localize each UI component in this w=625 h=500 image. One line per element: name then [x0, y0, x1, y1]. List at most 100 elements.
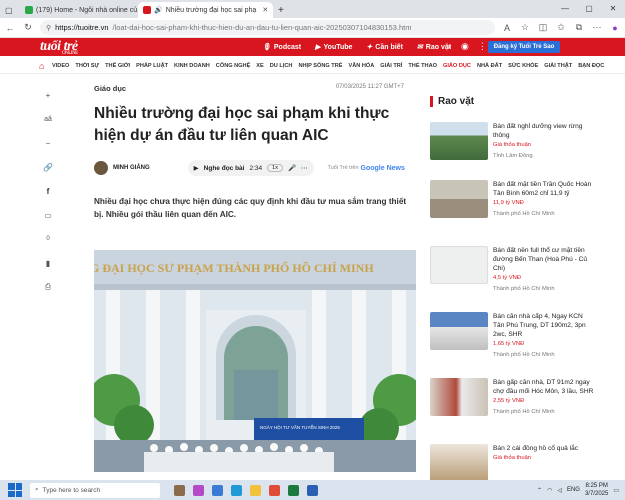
tray-chevron-icon[interactable]: ⌃	[537, 487, 542, 494]
menu-item[interactable]: PHÁP LUẬT	[136, 63, 168, 69]
classified-location: Thành phố Hồ Chí Minh	[493, 211, 555, 217]
tab-home[interactable]: (179) Home - Ngôi nhà online củ ✕	[20, 2, 138, 18]
user-icon[interactable]: ◉	[461, 41, 469, 52]
menu-item[interactable]: THẾ GIỚI	[105, 63, 130, 69]
audio-icon[interactable]: 🔊	[154, 6, 163, 14]
youtube-icon: ▶	[315, 44, 321, 51]
menu-item[interactable]: SỨC KHỎE	[508, 63, 538, 69]
taskbar-search[interactable]: ⌕ Type here to search	[30, 482, 160, 498]
back-icon[interactable]: ←	[4, 23, 16, 33]
collections-icon[interactable]: ⧉	[573, 22, 585, 33]
menu-item[interactable]: GIẢI TRÍ	[380, 63, 402, 69]
author-avatar[interactable]	[94, 161, 108, 175]
menu-item[interactable]: CÔNG NGHỆ	[216, 63, 251, 69]
favorite-icon[interactable]: ☆	[519, 22, 531, 33]
copilot-app-icon[interactable]	[193, 484, 204, 496]
classified-price: Giá thỏa thuận	[493, 142, 532, 148]
windows-start-icon[interactable]	[8, 483, 22, 497]
reload-icon[interactable]: ↻	[22, 22, 34, 33]
menu-item[interactable]: KINH DOANH	[174, 63, 210, 69]
tab-favicon-icon	[143, 6, 151, 14]
url-field[interactable]: ⚲ https://tuoitre.vn/loat-dai-hoc-sai-ph…	[40, 20, 495, 35]
classified-item[interactable]: Bán căn nhà cấp 4, Ngay KCN Tân Phú Trun…	[430, 312, 595, 362]
article-photo[interactable]: G ĐẠI HỌC SƯ PHẠM THÀNH PHỐ HỒ CHÍ MINH …	[94, 250, 416, 472]
speed-select[interactable]: 1x	[267, 164, 283, 172]
search-icon[interactable]: ⌕	[447, 41, 452, 52]
classified-title: Bán 2 cái đồng hồ cổ quả lắc	[493, 445, 579, 452]
podcast-link[interactable]: 🎙 Podcast	[262, 43, 301, 52]
favorites-icon[interactable]: ✩	[555, 22, 567, 33]
site-info-icon[interactable]: ⚲	[46, 24, 51, 32]
menu-item[interactable]: GIÁO DỤC	[443, 63, 471, 69]
minimize-icon[interactable]: —	[553, 0, 577, 16]
tab-article[interactable]: 🔊 Nhiều trường đại học sai phạ ✕	[138, 2, 273, 18]
classified-item[interactable]: Bán gấp căn nhà, DT 91m2 ngay chợ đầu mố…	[430, 378, 595, 428]
menu-item[interactable]: GIẢI THẬT	[544, 63, 572, 69]
menu-item[interactable]: NHỊP SỐNG TRẺ	[298, 63, 342, 69]
copy-link-icon[interactable]: 🔗	[41, 160, 55, 174]
menu-item[interactable]: THỜI SỰ	[75, 63, 99, 69]
classified-item[interactable]: Bán đất nền full thổ cư mặt tiền đường B…	[430, 246, 595, 296]
language-indicator[interactable]: ENG	[567, 487, 580, 493]
bookmark-icon[interactable]: ▮	[41, 256, 55, 270]
network-icon[interactable]: ◠	[547, 487, 552, 494]
menu-item[interactable]: NHÀ ĐẤT	[477, 63, 502, 69]
rao-vat-link[interactable]: ✉ Rao vặt	[417, 43, 451, 52]
zoom-in-icon[interactable]: +	[41, 88, 55, 102]
edge-icon[interactable]	[231, 484, 242, 496]
can-biet-link[interactable]: ✦ Cần biết	[366, 43, 403, 52]
zoom-out-icon[interactable]: −	[41, 136, 55, 150]
home-icon[interactable]: ⌂	[39, 61, 44, 71]
menu-item[interactable]: THỂ THAO	[408, 63, 437, 69]
split-screen-icon[interactable]: ◫	[537, 22, 549, 33]
menu-item[interactable]: XE	[256, 63, 263, 69]
file-explorer-icon[interactable]	[250, 484, 261, 496]
classified-title: Bán căn nhà cấp 4, Ngay KCN Tân Phú Trun…	[493, 313, 586, 338]
copilot-icon[interactable]: ●	[609, 23, 621, 33]
new-tab-button[interactable]: +	[273, 2, 287, 18]
clock[interactable]: 8:25 PM 3/7/2025	[585, 482, 608, 498]
gnews-prefix: Tuổi Trẻ trên	[327, 165, 359, 171]
classified-title: Bán gấp căn nhà, DT 91m2 ngay chợ đầu mố…	[493, 379, 594, 395]
classified-item[interactable]: Bán đất nghỉ dưỡng view rừng thông Giá th…	[430, 122, 595, 172]
chrome-icon[interactable]	[269, 484, 280, 496]
comment-icon[interactable]: ▭	[41, 208, 55, 222]
tab-actions[interactable]: ▢	[0, 2, 20, 18]
classified-location: Thành phố Hồ Chí Minh	[493, 286, 555, 292]
more-menu-icon[interactable]: ⋯	[591, 22, 603, 33]
register-button[interactable]: Đăng ký Tuổi Trẻ Sao	[488, 41, 560, 53]
menu-item[interactable]: VIDEO	[52, 63, 69, 69]
tab-label: Nhiều trường đại học sai phạ	[165, 6, 257, 14]
excel-icon[interactable]	[288, 484, 299, 496]
close-tab-icon[interactable]: ✕	[259, 6, 268, 14]
voice-icon[interactable]: 🎤	[288, 164, 296, 172]
maximize-icon[interactable]: ▢	[577, 0, 601, 16]
volume-icon[interactable]: ◁	[557, 487, 562, 494]
classified-item[interactable]: Bán đất mặt tiền Trần Quốc Hoàn Tân Bình…	[430, 180, 595, 230]
comment-count: 0	[41, 232, 55, 246]
taskbar-apps	[174, 484, 318, 496]
menu-item[interactable]: VĂN HÓA	[349, 63, 375, 69]
menu-item[interactable]: DU LỊCH	[270, 63, 293, 69]
google-news-link[interactable]: Tuổi Trẻ trên Google News	[328, 165, 405, 172]
search-icon: ⌕	[35, 486, 39, 493]
news-widget-icon[interactable]	[174, 484, 185, 496]
grid-icon[interactable]: ⋮	[478, 41, 487, 52]
close-window-icon[interactable]: ✕	[601, 0, 625, 16]
author-name[interactable]: MINH GIẢNG	[113, 165, 150, 171]
print-icon[interactable]: ⎙	[41, 280, 55, 294]
word-icon[interactable]	[307, 484, 318, 496]
menu-item[interactable]: BẠN ĐỌC	[578, 63, 604, 69]
notifications-icon[interactable]: ▭	[613, 487, 619, 494]
task-view-icon[interactable]	[212, 484, 223, 496]
facebook-icon[interactable]: f	[41, 184, 55, 198]
play-icon[interactable]: ▶	[194, 164, 199, 172]
author-row: MINH GIẢNG ▶ Nghe đọc bài 2:34 1x 🎤 ⋯ Tu…	[94, 159, 416, 177]
site-logo[interactable]: tuổi trẻ ONLINE	[40, 39, 78, 56]
read-aloud-icon[interactable]: A	[501, 23, 513, 33]
browser-tab-bar: ▢ (179) Home - Ngôi nhà online củ ✕ 🔊 Nh…	[0, 0, 625, 18]
font-size-icon[interactable]: aâ	[41, 112, 55, 126]
options-icon[interactable]: ⋯	[301, 164, 308, 172]
youtube-link[interactable]: ▶ YouTube	[315, 43, 352, 52]
clock-time: 8:25 PM	[585, 483, 608, 489]
